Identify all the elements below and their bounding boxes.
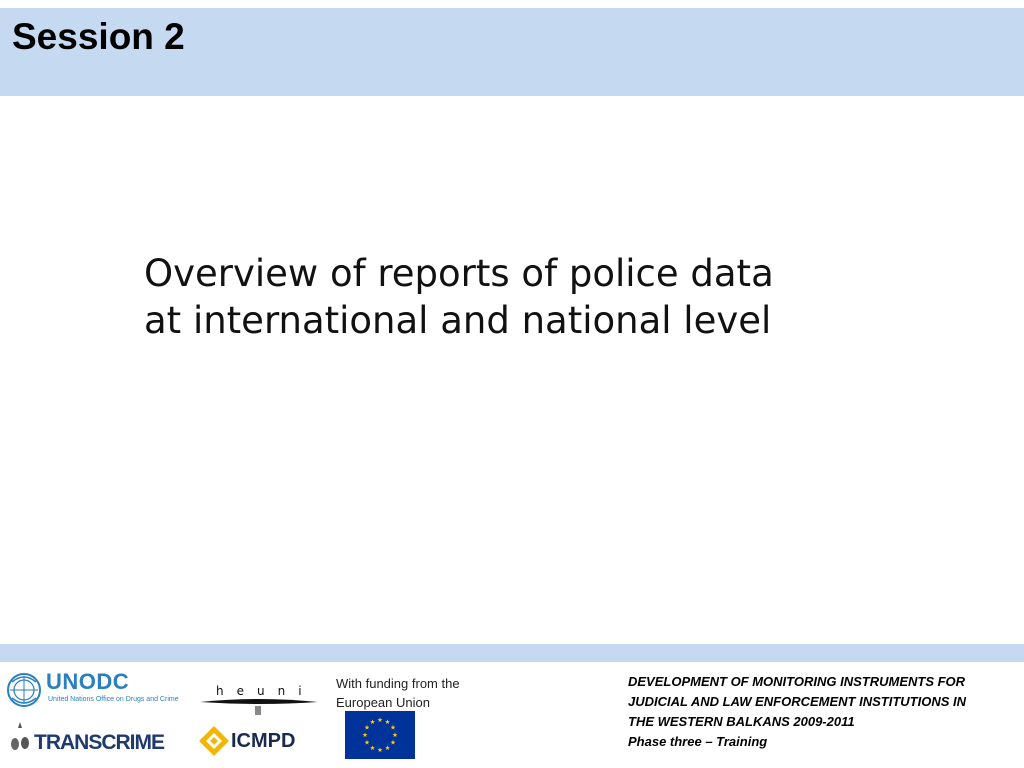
funding-note: With funding from the European Union <box>336 674 506 712</box>
unodc-subtitle: United Nations Office on Drugs and Crime <box>48 696 179 703</box>
funding-line-2: European Union <box>336 695 430 710</box>
slide-title-line-1: Overview of reports of police data <box>144 252 774 295</box>
project-line-4: Phase three – Training <box>628 734 768 749</box>
un-emblem-icon <box>7 673 41 707</box>
slide-title: Overview of reports of police data at in… <box>144 250 904 344</box>
funding-line-1: With funding from the <box>336 676 460 691</box>
eu-flag-icon <box>345 711 415 759</box>
unodc-logo: UNODC United Nations Office on Drugs and… <box>6 670 196 710</box>
project-line-1: DEVELOPMENT OF MONITORING INSTRUMENTS FO… <box>628 674 966 689</box>
icmpd-name: ICMPD <box>231 730 296 752</box>
heuni-logo: heuni <box>198 682 320 718</box>
eu-flag <box>345 711 415 759</box>
icmpd-logo-icon <box>199 726 229 756</box>
footer-band <box>0 644 1024 662</box>
transcrime-logo-icon <box>11 722 29 750</box>
heuni-logo-icon <box>200 699 318 715</box>
icmpd-logo: ICMPD <box>198 724 298 758</box>
project-line-2: JUDICIAL AND LAW ENFORCEMENT INSTITUTION… <box>628 694 966 709</box>
transcrime-logo: TRANSCRIME <box>8 720 165 754</box>
project-description: DEVELOPMENT OF MONITORING INSTRUMENTS FO… <box>628 672 1018 752</box>
project-line-3: THE WESTERN BALKANS 2009-2011 <box>628 714 855 729</box>
session-title: Session 2 <box>12 16 185 57</box>
unodc-name: UNODC <box>46 669 130 694</box>
slide-title-line-2: at international and national level <box>144 299 772 342</box>
transcrime-name: TRANSCRIME <box>34 731 165 754</box>
